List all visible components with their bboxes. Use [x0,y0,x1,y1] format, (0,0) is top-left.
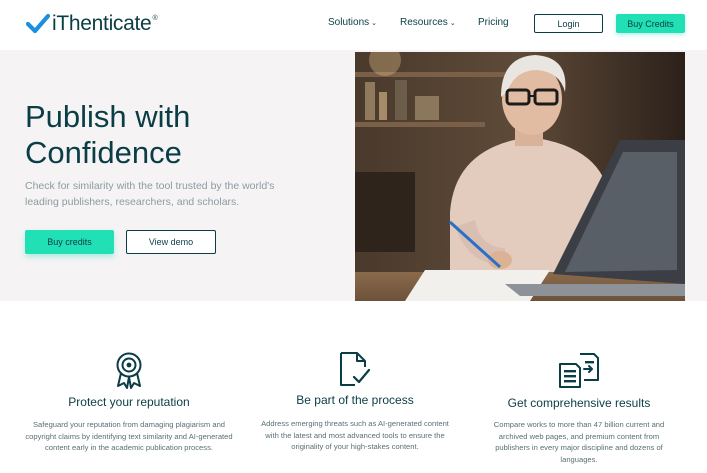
logo-text: iThenticate [52,12,152,35]
feature-title-results: Get comprehensive results [507,396,651,410]
nav-item-label: Solutions [328,17,370,28]
chevron-down-icon: ⌄ [371,19,378,27]
documents-compare-icon [559,353,599,388]
nav-item-label: Resources [400,17,448,28]
feature-title-reputation: Protect your reputation [68,395,190,409]
hero-title-line1: Publish with [25,99,191,134]
hero-title-line2: Confidence [25,135,182,170]
woman-at-laptop-image [355,52,685,301]
feature-desc-results: Compare works to more than 47 billion cu… [493,420,665,464]
nav-item-solutions[interactable]: Solutions ⌄ [328,17,377,28]
feature-title-process: Be part of the process [296,393,414,407]
nav-item-pricing[interactable]: Pricing [478,17,509,28]
hero-photo [355,52,685,301]
registered-mark: ® [152,14,158,22]
award-ribbon-icon [116,352,142,389]
nav-item-resources[interactable]: Resources ⌄ [400,17,456,28]
buy-credits-button[interactable]: Buy credits [25,230,114,254]
checkmark-icon [26,13,50,34]
hero-title: Publish with Confidence [25,99,325,171]
site-header: iThenticate ® Solutions ⌄ Resources ⌄ Pri… [0,0,707,50]
view-demo-button[interactable]: View demo [126,230,216,254]
hero-section: Publish with Confidence Check for simila… [0,50,707,301]
nav-item-label: Pricing [478,17,509,28]
feature-desc-reputation: Safeguard your reputation from damaging … [25,420,233,453]
hero-subtitle: Check for similarity with the tool trust… [25,180,275,208]
chevron-down-icon: ⌄ [449,19,456,27]
login-button[interactable]: Login [534,14,603,33]
feature-desc-process: Address emerging threats such as AI-gene… [261,419,449,452]
logo[interactable]: iThenticate ® [26,12,158,36]
document-check-icon [340,352,371,386]
buy-credits-header-button[interactable]: Buy Credits [616,14,685,33]
